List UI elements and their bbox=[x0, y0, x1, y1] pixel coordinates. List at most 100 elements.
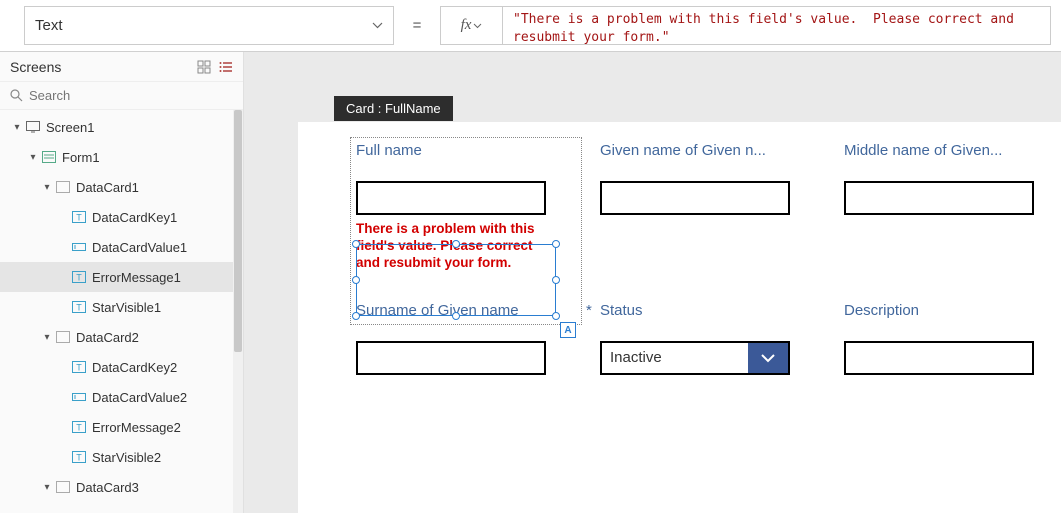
tree-item-datacardvalue2[interactable]: DataCardValue2 bbox=[0, 382, 243, 412]
tree-item-label: DataCardKey1 bbox=[88, 210, 177, 225]
input-icon bbox=[70, 391, 88, 403]
tree-item-form1[interactable]: ▾ Form1 bbox=[0, 142, 243, 172]
property-dropdown[interactable]: Text bbox=[24, 6, 394, 45]
caret-icon[interactable]: ▾ bbox=[26, 152, 40, 163]
text-icon: T bbox=[70, 271, 88, 283]
equals-sign: = bbox=[404, 6, 430, 45]
property-label: Text bbox=[35, 17, 63, 34]
datacard[interactable]: Given name of Given n... bbox=[600, 142, 816, 272]
search-icon bbox=[10, 89, 23, 102]
main-area: Screens ▾ Screen1 ▾ Form1 ▾ DataCard1 T DataCar… bbox=[0, 52, 1061, 513]
tree-item-datacard3[interactable]: ▾ DataCard3 bbox=[0, 472, 243, 502]
card-icon bbox=[54, 481, 72, 493]
svg-text:T: T bbox=[76, 303, 82, 313]
required-asterisk: * bbox=[586, 302, 592, 319]
field-label: Middle name of Given... bbox=[844, 142, 1060, 159]
screens-panel: Screens ▾ Screen1 ▾ Form1 ▾ DataCard1 T DataCar… bbox=[0, 52, 244, 513]
formula-text: "There is a problem with this field's va… bbox=[513, 11, 1040, 46]
tree-item-label: ErrorMessage1 bbox=[88, 270, 181, 285]
field-label: Status bbox=[600, 302, 816, 319]
canvas[interactable]: Card : FullName Full name There is a prob… bbox=[244, 52, 1061, 513]
text-input[interactable] bbox=[356, 341, 546, 375]
caret-icon[interactable]: ▾ bbox=[10, 122, 24, 133]
chevron-down-icon[interactable] bbox=[748, 343, 788, 373]
search-input[interactable] bbox=[29, 88, 233, 103]
field-label: Full name bbox=[356, 142, 572, 159]
caret-icon[interactable]: ▾ bbox=[40, 482, 54, 493]
tree-item-datacardkey2[interactable]: T DataCardKey2 bbox=[0, 352, 243, 382]
formula-input[interactable]: "There is a problem with this field's va… bbox=[503, 7, 1050, 44]
tree-item-label: DataCardValue2 bbox=[88, 390, 187, 405]
tree-item-label: DataCardKey2 bbox=[88, 360, 177, 375]
text-icon: T bbox=[70, 451, 88, 463]
tree-item-datacardvalue1[interactable]: DataCardValue1 bbox=[0, 232, 243, 262]
fx-button[interactable]: fx bbox=[441, 7, 503, 44]
list-view-icon[interactable] bbox=[219, 60, 233, 74]
svg-text:T: T bbox=[76, 213, 82, 223]
text-input[interactable] bbox=[356, 181, 546, 215]
tree-item-label: ErrorMessage2 bbox=[88, 420, 181, 435]
card-icon bbox=[54, 331, 72, 343]
tree-item-label: DataCardValue1 bbox=[88, 240, 187, 255]
text-icon: T bbox=[70, 301, 88, 313]
card-icon bbox=[54, 181, 72, 193]
tree-item-starvisible2[interactable]: T StarVisible2 bbox=[0, 442, 243, 472]
status-dropdown[interactable]: Inactive bbox=[600, 341, 790, 375]
search-row bbox=[0, 82, 243, 110]
text-input[interactable] bbox=[844, 341, 1034, 375]
tree-item-label: DataCard1 bbox=[72, 180, 139, 195]
tree-item-datacard2[interactable]: ▾ DataCard2 bbox=[0, 322, 243, 352]
fx-label: fx bbox=[461, 17, 472, 34]
text-input[interactable] bbox=[600, 181, 790, 215]
field-label: Description bbox=[844, 302, 1060, 319]
tree-item-starvisible1[interactable]: T StarVisible1 bbox=[0, 292, 243, 322]
fields-grid: Full name There is a problem with this fi… bbox=[356, 142, 1061, 375]
screens-header: Screens bbox=[0, 52, 243, 82]
tree-item-label: Form1 bbox=[58, 150, 100, 165]
tree-item-datacardkey1[interactable]: T DataCardKey1 bbox=[0, 202, 243, 232]
screen-icon bbox=[24, 121, 42, 133]
error-message[interactable]: There is a problem with this field's val… bbox=[356, 221, 546, 272]
tree-item-screen1[interactable]: ▾ Screen1 bbox=[0, 112, 243, 142]
datacard[interactable]: Full name There is a problem with this fi… bbox=[356, 142, 572, 272]
datacard[interactable]: Surname of Given name bbox=[356, 302, 572, 375]
dropdown-value: Inactive bbox=[602, 349, 748, 366]
selection-label-chip: Card : FullName bbox=[334, 96, 453, 121]
tree-item-errormessage1[interactable]: T ErrorMessage1 bbox=[0, 262, 243, 292]
formula-container: fx "There is a problem with this field's… bbox=[440, 6, 1051, 45]
text-icon: T bbox=[70, 361, 88, 373]
chevron-down-icon bbox=[372, 22, 383, 29]
form-icon bbox=[40, 151, 58, 163]
datacard[interactable]: Description bbox=[844, 302, 1060, 375]
form-surface: Full name There is a problem with this fi… bbox=[298, 122, 1061, 513]
svg-text:T: T bbox=[76, 423, 82, 433]
scrollbar[interactable] bbox=[233, 110, 243, 513]
screens-title: Screens bbox=[10, 59, 61, 75]
tree-view[interactable]: ▾ Screen1 ▾ Form1 ▾ DataCard1 T DataCardKey1 Dat… bbox=[0, 110, 243, 513]
caret-icon[interactable]: ▾ bbox=[40, 182, 54, 193]
field-label: Given name of Given n... bbox=[600, 142, 816, 159]
datacard[interactable]: Middle name of Given... bbox=[844, 142, 1060, 272]
accessibility-badge[interactable]: A bbox=[560, 322, 576, 338]
datacard[interactable]: Status*Inactive bbox=[600, 302, 816, 375]
input-icon bbox=[70, 241, 88, 253]
tree-item-label: DataCard3 bbox=[72, 480, 139, 495]
tree-item-label: StarVisible2 bbox=[88, 450, 161, 465]
svg-text:T: T bbox=[76, 273, 82, 283]
a11y-badge-text: A bbox=[564, 325, 571, 336]
caret-icon[interactable]: ▾ bbox=[40, 332, 54, 343]
field-label: Surname of Given name bbox=[356, 302, 572, 319]
text-icon: T bbox=[70, 211, 88, 223]
svg-text:T: T bbox=[76, 363, 82, 373]
chevron-down-icon bbox=[473, 23, 482, 29]
text-icon: T bbox=[70, 421, 88, 433]
tree-item-errormessage2[interactable]: T ErrorMessage2 bbox=[0, 412, 243, 442]
tree-item-label: StarVisible1 bbox=[88, 300, 161, 315]
tree-item-label: DataCard2 bbox=[72, 330, 139, 345]
text-input[interactable] bbox=[844, 181, 1034, 215]
tree-item-label: Screen1 bbox=[42, 120, 94, 135]
formula-bar: Text = fx "There is a problem with this … bbox=[0, 0, 1061, 52]
tree-item-datacard1[interactable]: ▾ DataCard1 bbox=[0, 172, 243, 202]
grid-view-icon[interactable] bbox=[197, 60, 211, 74]
svg-text:T: T bbox=[76, 453, 82, 463]
